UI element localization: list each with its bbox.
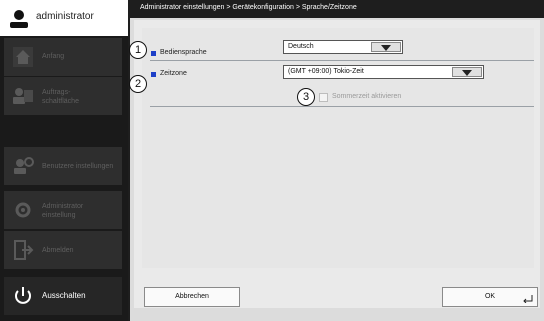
nav-label-power-off: Ausschalten bbox=[42, 291, 86, 300]
main-area: Administrator einstellungen > Gerätekonf… bbox=[129, 0, 544, 321]
chevron-down-icon bbox=[381, 45, 391, 51]
nav-item-admin-settings[interactable]: Administrator einstellung bbox=[4, 191, 122, 229]
ok-label: OK bbox=[484, 293, 496, 300]
separator bbox=[150, 106, 534, 107]
cancel-button[interactable]: Abbrechen bbox=[144, 287, 240, 307]
enter-icon bbox=[523, 295, 533, 303]
user-icon bbox=[10, 10, 28, 28]
dst-checkbox[interactable] bbox=[319, 93, 328, 102]
nav-label-admin-settings: Administrator einstellung bbox=[42, 203, 84, 219]
timezone-label: Zeitzone bbox=[160, 70, 187, 77]
callout-number-2: 2 bbox=[129, 75, 147, 93]
nav-item-user-settings[interactable]: Benutzere instellungen bbox=[4, 147, 122, 185]
power-icon bbox=[15, 287, 31, 304]
admin-gear-icon bbox=[15, 202, 31, 218]
callout-number-1: 1 bbox=[129, 41, 147, 59]
callout-number-3: 3 bbox=[297, 88, 315, 106]
bullet-icon bbox=[151, 72, 156, 77]
nav-label-user-settings: Benutzere instellungen bbox=[42, 163, 114, 170]
settings-panel: 1 Bediensprache Deutsch 2 Zeitzone (GMT … bbox=[129, 28, 534, 268]
user-name: administrator bbox=[36, 11, 94, 22]
home-icon bbox=[13, 47, 33, 67]
language-label: Bediensprache bbox=[160, 49, 207, 56]
user-bar: administrator bbox=[0, 0, 128, 36]
language-value: Deutsch bbox=[288, 43, 314, 50]
nav-item-job-button[interactable]: Auftrags- schaltfläche bbox=[4, 77, 122, 115]
language-dropdown-button[interactable] bbox=[371, 42, 401, 52]
ok-button[interactable]: OK bbox=[442, 287, 538, 307]
language-select[interactable]: Deutsch bbox=[283, 40, 403, 54]
breadcrumb-text: Administrator einstellungen > Gerätekonf… bbox=[140, 4, 357, 11]
job-button-icon bbox=[13, 88, 33, 104]
nav-item-logout[interactable]: Abmelden bbox=[4, 231, 122, 269]
sidebar: administrator Anfang Auftrags- schaltflä… bbox=[0, 0, 128, 321]
nav-item-home[interactable]: Anfang bbox=[4, 38, 122, 76]
separator bbox=[150, 60, 534, 61]
timezone-dropdown-button[interactable] bbox=[452, 67, 482, 77]
breadcrumb: Administrator einstellungen > Gerätekonf… bbox=[130, 0, 544, 18]
content-area: 1 Bediensprache Deutsch 2 Zeitzone (GMT … bbox=[129, 20, 540, 308]
nav-label-home: Anfang bbox=[42, 53, 65, 60]
logout-icon bbox=[14, 240, 34, 260]
timezone-select[interactable]: (GMT +09:00) Tokio-Zeit bbox=[283, 65, 484, 79]
timezone-value: (GMT +09:00) Tokio-Zeit bbox=[288, 68, 364, 75]
user-settings-icon bbox=[14, 157, 34, 174]
power-off-button[interactable]: Ausschalten bbox=[4, 277, 122, 315]
nav-label-logout: Abmelden bbox=[42, 247, 74, 254]
dst-label: Sommerzeit aktivieren bbox=[332, 93, 402, 100]
bullet-icon bbox=[151, 51, 156, 56]
nav-label-job-button: Auftrags- schaltfläche bbox=[42, 89, 79, 105]
chevron-down-icon bbox=[462, 70, 472, 76]
